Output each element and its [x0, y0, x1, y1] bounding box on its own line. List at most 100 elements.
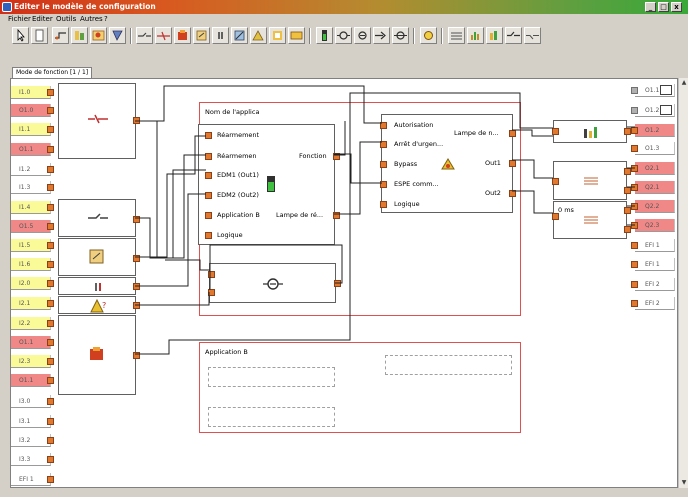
fire-tool-button[interactable]: [174, 27, 191, 44]
plc-tool-button[interactable]: [109, 27, 126, 44]
input-signal-label: O1.0: [19, 107, 34, 114]
input-signal[interactable]: I1.6: [11, 258, 54, 271]
lamp-tool-button[interactable]: [420, 27, 437, 44]
vertical-scrollbar[interactable]: ▲ ▼: [678, 78, 688, 488]
input-signal[interactable]: I1.5: [11, 239, 54, 252]
lamp-output-block[interactable]: [552, 120, 631, 143]
input-signal[interactable]: I3.3: [11, 453, 54, 466]
menu-help[interactable]: ?: [104, 14, 108, 25]
reset-tool-button[interactable]: [193, 27, 210, 44]
splitter-tool-button[interactable]: [155, 27, 172, 44]
input-device-block[interactable]: ?: [58, 296, 140, 314]
grid-icon: [584, 216, 598, 224]
input-signal[interactable]: I2.1: [11, 297, 54, 310]
menu-autres[interactable]: Autres: [80, 14, 103, 25]
application-frame[interactable]: Application B: [199, 342, 521, 433]
input-signal[interactable]: I2.2: [11, 317, 54, 330]
menu-outils[interactable]: Outils: [56, 14, 76, 25]
battery-tool-button[interactable]: [316, 27, 333, 44]
placeholder-slot[interactable]: [208, 407, 335, 427]
output-signal[interactable]: EFI 2: [631, 297, 675, 310]
output-signal[interactable]: O1.2: [631, 124, 675, 137]
application-block[interactable]: Nom de l'applica Réarmement Réarmemen ED…: [198, 108, 340, 245]
input-signal[interactable]: I1.2: [11, 163, 54, 176]
chart-bar-tool-button-2[interactable]: [486, 27, 503, 44]
input-signal[interactable]: I1.0: [11, 86, 54, 99]
input-signal[interactable]: I3.2: [11, 434, 54, 447]
output-device-block[interactable]: [552, 161, 631, 200]
chart-bar-tool-button-1[interactable]: [467, 27, 484, 44]
chip-tool-button[interactable]: [288, 27, 305, 44]
input-signal[interactable]: O1.1: [11, 374, 54, 387]
input-signal[interactable]: I2.3: [11, 355, 54, 368]
output-signal[interactable]: Q2.2: [631, 200, 675, 213]
menu-editer[interactable]: Editer: [32, 14, 53, 25]
input-signal[interactable]: O1.1: [11, 143, 54, 156]
output-signal[interactable]: O1.2: [631, 104, 675, 117]
output-signal[interactable]: O1.3: [631, 142, 675, 155]
relay-tool-button-2[interactable]: [354, 27, 371, 44]
timer-output-block[interactable]: 0 ms: [552, 201, 631, 239]
output-signal[interactable]: EFI 1: [631, 258, 675, 271]
input-device-block[interactable]: [58, 277, 140, 295]
input-signal[interactable]: I2.0: [11, 277, 54, 290]
maximize-button[interactable]: □: [658, 2, 669, 12]
input-signal[interactable]: I1.4: [11, 201, 54, 214]
input-signal[interactable]: I1.3: [11, 181, 54, 194]
input-device-block[interactable]: [58, 83, 140, 159]
input-signal[interactable]: I3.0: [11, 395, 54, 408]
input-signal-label: I1.4: [19, 204, 31, 211]
monitor-icon: [660, 105, 672, 115]
connector-tool-button-2[interactable]: [505, 27, 522, 44]
output-signal[interactable]: Q2.1: [631, 181, 675, 194]
counter-tool-button[interactable]: [250, 27, 267, 44]
connector-tool-button[interactable]: [136, 27, 153, 44]
placeholder-slot[interactable]: [385, 355, 512, 375]
input-device-block[interactable]: [58, 199, 140, 237]
input-signal[interactable]: I1.1: [11, 123, 54, 136]
timer-tool-button[interactable]: [231, 27, 248, 44]
pause-tool-button[interactable]: [212, 27, 229, 44]
logic-tool-button[interactable]: [71, 27, 88, 44]
function-block[interactable]: Autorisation Arrêt d'urgen... Bypass ESP…: [380, 114, 516, 213]
minimize-button[interactable]: _: [645, 2, 656, 12]
grid-tool-button[interactable]: [448, 27, 465, 44]
output-signal[interactable]: EFI 1: [631, 239, 675, 252]
window-title: Editer le modèle de configuration: [14, 2, 156, 11]
battery-icon: [267, 176, 275, 192]
relay-icon: [263, 278, 283, 290]
output-signal[interactable]: O1.1: [631, 84, 675, 97]
wire-icon: [55, 32, 66, 40]
warning-tool-button[interactable]: [269, 27, 286, 44]
input-signal[interactable]: O1.5: [11, 220, 54, 233]
relay-tool-button-1[interactable]: [335, 27, 352, 44]
arrow-tool-button[interactable]: [373, 27, 390, 44]
chart-bar-icon: [584, 127, 597, 138]
scroll-down-arrow-icon[interactable]: ▼: [680, 479, 688, 487]
connector-tool-button-3[interactable]: [524, 27, 541, 44]
chart-tool-button[interactable]: [90, 27, 107, 44]
pointer-tool-button[interactable]: [12, 27, 29, 44]
tab-function-mode[interactable]: Mode de fonction [1 / 1]: [12, 67, 93, 78]
relay-block[interactable]: [208, 263, 341, 303]
output-signal[interactable]: EFI 2: [631, 278, 675, 291]
menu-fichier[interactable]: Fichier: [8, 14, 31, 25]
output-signal[interactable]: Q2.3: [631, 219, 675, 232]
scroll-up-arrow-icon[interactable]: ▲: [680, 79, 688, 87]
app-input-label: Réarmemen: [217, 152, 257, 160]
input-signal[interactable]: O1.0: [11, 104, 54, 117]
wire-tool-button[interactable]: [52, 27, 69, 44]
relay-tool-button-3[interactable]: [392, 27, 409, 44]
input-signal[interactable]: I3.1: [11, 415, 54, 428]
input-device-block[interactable]: [58, 315, 140, 395]
chart-bar-icon: [490, 31, 497, 40]
input-signal-label: O1.1: [19, 339, 34, 346]
timer-label: 0 ms: [558, 206, 574, 214]
close-button[interactable]: x: [671, 2, 682, 12]
document-tool-button[interactable]: [31, 27, 48, 44]
input-signal[interactable]: O1.1: [11, 336, 54, 349]
output-signal[interactable]: O2.1: [631, 162, 675, 175]
input-device-block[interactable]: [58, 238, 140, 276]
input-signal[interactable]: EFI 1: [11, 473, 54, 486]
placeholder-slot[interactable]: [208, 367, 335, 387]
